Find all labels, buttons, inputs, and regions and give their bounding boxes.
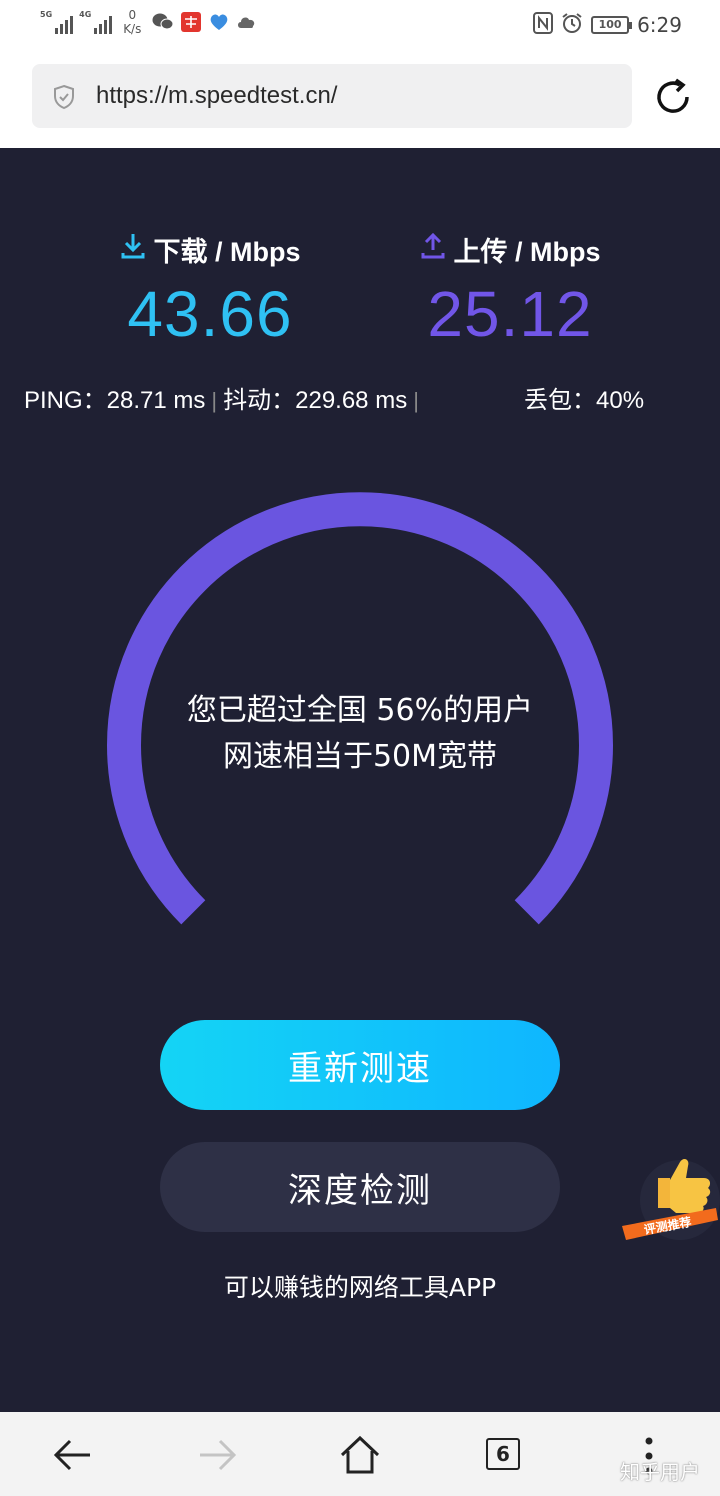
thumbs-up-icon: 评测推荐: [622, 1159, 720, 1240]
stats-row: PING：28.71 ms | 抖动：229.68 ms | 丢包：40%: [24, 380, 644, 415]
download-label: 下载 / Mbps: [153, 237, 301, 267]
clock: 6:29: [637, 13, 682, 37]
back-arrow-icon[interactable]: [52, 1434, 94, 1480]
tab-count: 6: [486, 1438, 520, 1470]
upload-value: 25.12: [427, 278, 593, 350]
retest-button[interactable]: 重新测速: [160, 1020, 560, 1110]
deep-check-button[interactable]: 深度检测: [160, 1142, 560, 1232]
net-speed: 0 K/s: [123, 8, 142, 36]
news-app-icon: [180, 11, 202, 33]
home-icon[interactable]: [338, 1434, 382, 1480]
status-right: 100 6:29: [533, 12, 682, 38]
browser-bottom-nav: 6 知乎用户: [0, 1412, 720, 1496]
alarm-icon: [561, 12, 583, 38]
signal-5g-icon: 5G: [40, 10, 74, 34]
recommend-badge[interactable]: 评测推荐: [618, 1148, 720, 1248]
status-bar: 5G 4G 0 K/s 100 6:29: [0, 0, 720, 50]
reload-icon[interactable]: [652, 76, 694, 122]
download-metric: 下载 / Mbps 43.66: [80, 230, 340, 351]
cloud-icon: [236, 11, 258, 33]
status-left: 5G 4G 0 K/s: [40, 8, 258, 36]
nfc-icon: [533, 12, 554, 38]
jitter-stat: 抖动：229.68 ms: [223, 387, 408, 414]
download-header: 下载 / Mbps: [80, 230, 340, 269]
shield-icon: [52, 84, 76, 114]
address-bar[interactable]: https://m.speedtest.cn/: [32, 64, 632, 128]
packet-loss-stat: 丢包：40%: [524, 387, 645, 414]
percentile-text: 您已超过全国 56%的用户: [186, 693, 534, 728]
tabs-button[interactable]: 6: [486, 1438, 520, 1470]
battery-icon: 100: [591, 16, 633, 34]
upload-metric: 上传 / Mbps 25.12: [380, 230, 640, 351]
download-arrow-icon: [120, 232, 146, 267]
forward-arrow-icon[interactable]: [196, 1434, 238, 1480]
signal-4g-icon: 4G: [79, 10, 113, 34]
watermark: 知乎用户: [620, 1460, 700, 1484]
ping-stat: PING：28.71 ms: [24, 387, 206, 414]
speedtest-result-panel: 下载 / Mbps 43.66 上传 / Mbps 25.12 PING：28.…: [0, 148, 720, 1412]
url-text: https://m.speedtest.cn/: [96, 82, 338, 109]
upload-header: 上传 / Mbps: [380, 230, 640, 269]
tagline[interactable]: 可以赚钱的网络工具APP: [0, 1268, 720, 1304]
upload-arrow-icon: [420, 232, 446, 267]
upload-label: 上传 / Mbps: [453, 237, 601, 267]
divider: |: [211, 388, 218, 413]
browser-toolbar: https://m.speedtest.cn/: [0, 50, 720, 148]
download-value: 43.66: [127, 278, 293, 350]
heart-app-icon: [208, 11, 230, 33]
gauge-summary: 您已超过全国 56%的用户 网速相当于50M宽带: [110, 688, 610, 780]
wechat-icon: [152, 11, 174, 33]
divider: |: [413, 388, 419, 413]
bandwidth-equivalent-text: 网速相当于50M宽带: [222, 739, 498, 774]
